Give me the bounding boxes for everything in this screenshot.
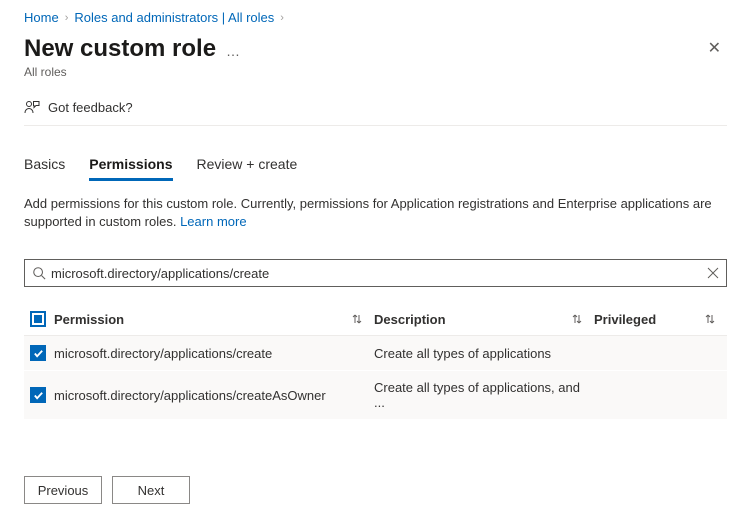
sort-icon (352, 314, 362, 324)
breadcrumb-roles[interactable]: Roles and administrators | All roles (74, 10, 274, 25)
tab-description: Add permissions for this custom role. Cu… (24, 195, 727, 231)
more-actions-button[interactable]: … (226, 43, 241, 59)
breadcrumb: Home › Roles and administrators | All ro… (24, 10, 727, 25)
cell-permission: microsoft.directory/applications/create (54, 346, 374, 361)
column-header-permission[interactable]: Permission (54, 312, 374, 327)
chevron-right-icon: › (280, 12, 284, 24)
previous-button[interactable]: Previous (24, 476, 102, 504)
cell-description: Create all types of applications (374, 346, 594, 361)
breadcrumb-home[interactable]: Home (24, 10, 59, 25)
tab-review-create[interactable]: Review + create (197, 150, 298, 181)
page-subtitle: All roles (24, 65, 727, 79)
tab-permissions[interactable]: Permissions (89, 150, 172, 181)
row-checkbox[interactable] (30, 387, 46, 403)
tabs: Basics Permissions Review + create (24, 150, 727, 181)
permission-search-input[interactable] (24, 259, 727, 287)
table-row[interactable]: microsoft.directory/applications/createA… (24, 371, 727, 420)
row-checkbox[interactable] (30, 345, 46, 361)
feedback-label: Got feedback? (48, 100, 133, 115)
check-icon (33, 348, 44, 359)
learn-more-link[interactable]: Learn more (180, 214, 246, 229)
table-row[interactable]: microsoft.directory/applications/create … (24, 336, 727, 371)
feedback-person-icon (24, 99, 40, 115)
tab-basics[interactable]: Basics (24, 150, 65, 181)
select-all-checkbox[interactable] (30, 311, 46, 327)
close-button[interactable]: ✕ (702, 37, 727, 61)
permissions-table: Permission Description Privileged micros… (24, 305, 727, 420)
check-icon (33, 390, 44, 401)
cell-permission: microsoft.directory/applications/createA… (54, 388, 374, 403)
clear-search-icon[interactable] (707, 267, 719, 279)
sort-icon (705, 314, 715, 324)
column-header-description[interactable]: Description (374, 312, 594, 327)
feedback-link[interactable]: Got feedback? (24, 99, 727, 126)
chevron-right-icon: › (65, 12, 69, 24)
column-header-privileged[interactable]: Privileged (594, 312, 727, 327)
search-icon (32, 266, 46, 280)
sort-icon (572, 314, 582, 324)
next-button[interactable]: Next (112, 476, 190, 504)
cell-description: Create all types of applications, and ..… (374, 380, 594, 410)
page-title: New custom role (24, 35, 216, 63)
